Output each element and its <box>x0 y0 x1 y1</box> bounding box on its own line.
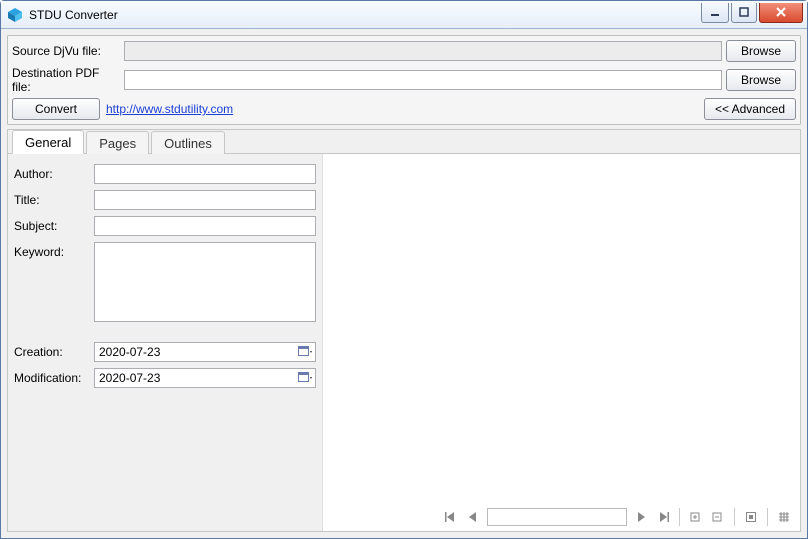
dest-label: Destination PDF file: <box>12 66 120 94</box>
page-navbar <box>441 507 794 527</box>
keyword-input[interactable] <box>94 242 316 322</box>
advanced-button[interactable]: << Advanced <box>704 98 796 120</box>
fit-page-button[interactable] <box>741 507 761 527</box>
window-title: STDU Converter <box>29 8 701 22</box>
first-page-button[interactable] <box>441 507 461 527</box>
close-button[interactable] <box>759 3 803 23</box>
tab-body: Author: Title: Subject: Keyword: <box>8 153 800 531</box>
tab-general[interactable]: General <box>12 130 84 154</box>
preview-panel <box>323 154 800 531</box>
subject-label: Subject: <box>14 216 88 233</box>
title-label: Title: <box>14 190 88 207</box>
zoom-out-icon <box>711 510 725 524</box>
next-page-icon <box>634 510 648 524</box>
tabstrip: General Pages Outlines <box>8 129 800 153</box>
title-input[interactable] <box>94 190 316 210</box>
action-row: Convert http://www.stdutility.com << Adv… <box>12 98 796 120</box>
titlebar: STDU Converter <box>1 1 807 29</box>
last-page-button[interactable] <box>653 507 673 527</box>
prev-page-button[interactable] <box>463 507 483 527</box>
zoom-out-button[interactable] <box>708 507 728 527</box>
app-icon <box>7 7 23 23</box>
browse-source-button[interactable]: Browse <box>726 40 796 62</box>
creation-date-field[interactable]: 2020-07-23 <box>94 342 316 362</box>
subject-input[interactable] <box>94 216 316 236</box>
modification-label: Modification: <box>14 368 88 385</box>
grid-icon <box>777 510 791 524</box>
author-label: Author: <box>14 164 88 181</box>
tab-outlines[interactable]: Outlines <box>151 131 225 154</box>
zoom-in-icon <box>689 510 703 524</box>
last-page-icon <box>656 510 670 524</box>
separator <box>767 508 768 526</box>
modification-date-field[interactable]: 2020-07-23 <box>94 368 316 388</box>
fit-page-icon <box>744 510 758 524</box>
source-row: Source DjVu file: Browse <box>12 40 796 62</box>
separator <box>679 508 680 526</box>
next-page-button[interactable] <box>631 507 651 527</box>
creation-date-value: 2020-07-23 <box>99 345 297 359</box>
website-link[interactable]: http://www.stdutility.com <box>104 102 233 116</box>
separator <box>734 508 735 526</box>
first-page-icon <box>444 510 458 524</box>
author-input[interactable] <box>94 164 316 184</box>
window-buttons <box>701 3 807 23</box>
tabs-area: General Pages Outlines Author: Title: <box>7 129 801 532</box>
tab-pages[interactable]: Pages <box>86 131 149 154</box>
client-area: Source DjVu file: Browse Destination PDF… <box>1 29 807 538</box>
modification-date-value: 2020-07-23 <box>99 371 297 385</box>
app-window: STDU Converter Source DjVu file: Browse <box>0 0 808 539</box>
page-number-input[interactable] <box>487 508 627 526</box>
top-panel: Source DjVu file: Browse Destination PDF… <box>7 35 801 125</box>
prev-page-icon <box>466 510 480 524</box>
maximize-button[interactable] <box>731 3 757 23</box>
calendar-dropdown-icon <box>297 370 313 386</box>
grid-view-button[interactable] <box>774 507 794 527</box>
dest-row: Destination PDF file: Browse <box>12 66 796 94</box>
calendar-dropdown-icon <box>297 344 313 360</box>
keyword-label: Keyword: <box>14 242 88 259</box>
minimize-button[interactable] <box>701 3 729 23</box>
zoom-in-button[interactable] <box>686 507 706 527</box>
maximize-icon <box>739 7 749 17</box>
convert-button[interactable]: Convert <box>12 98 100 120</box>
browse-dest-button[interactable]: Browse <box>726 69 796 91</box>
source-file-field[interactable] <box>124 41 722 61</box>
creation-label: Creation: <box>14 342 88 359</box>
minimize-icon <box>710 7 720 17</box>
close-icon <box>775 6 787 18</box>
metadata-form: Author: Title: Subject: Keyword: <box>8 154 323 531</box>
dest-file-field[interactable] <box>124 70 722 90</box>
source-label: Source DjVu file: <box>12 44 120 58</box>
